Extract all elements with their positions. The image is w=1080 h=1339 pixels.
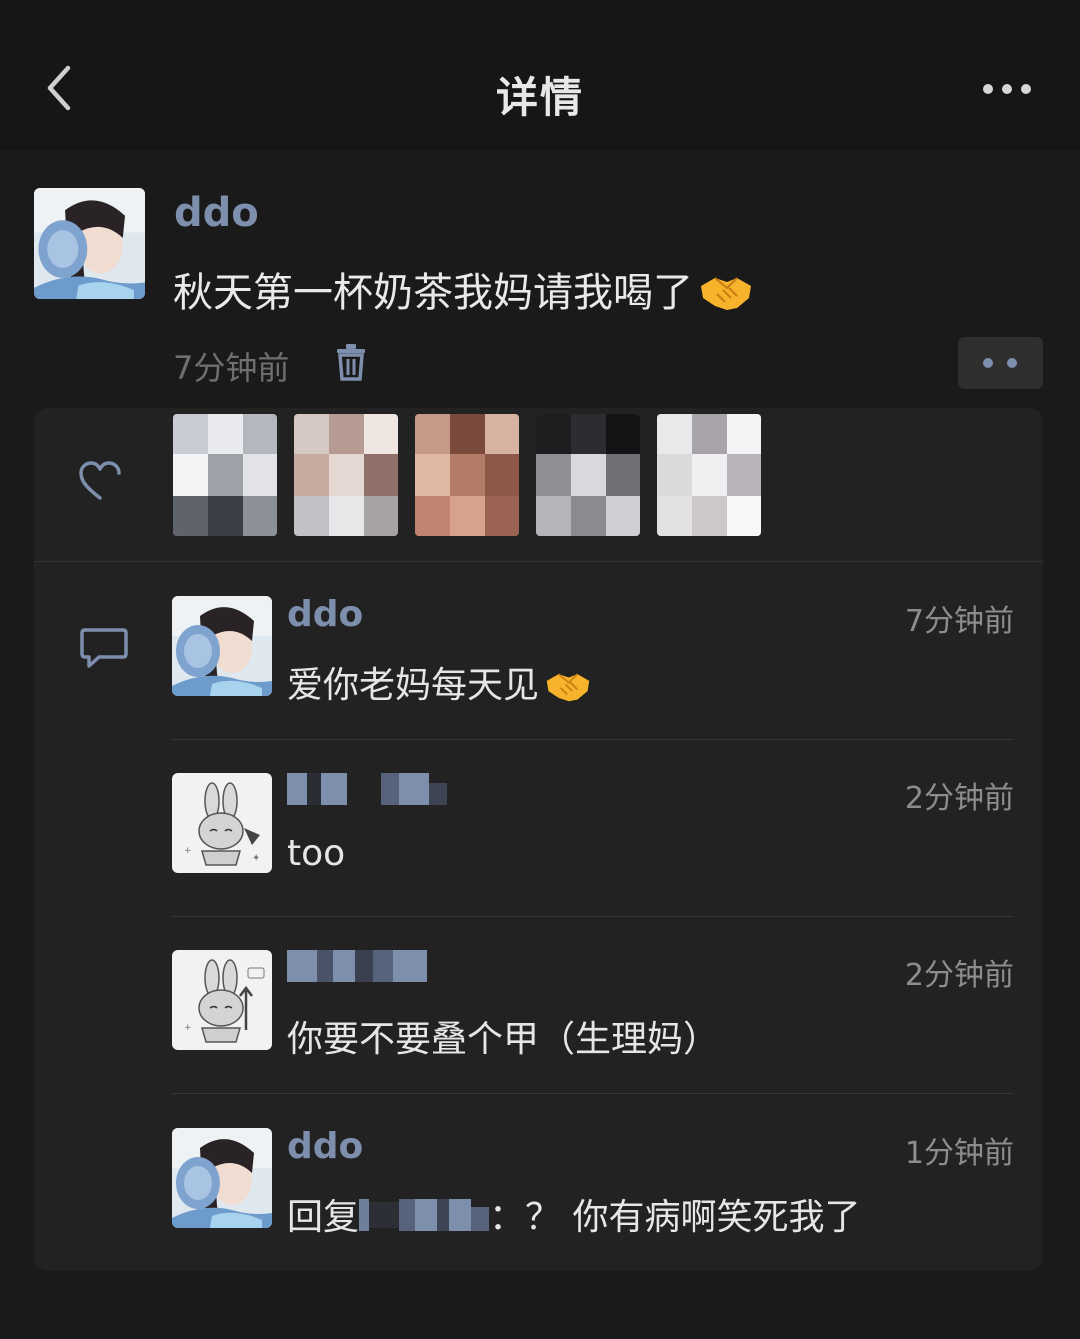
page-title: 详情 [495, 73, 584, 122]
comment-timestamp: 1分钟前 [904, 1136, 1014, 1171]
svg-text:+: + [184, 1023, 192, 1033]
post-text: 秋天第一杯奶茶我妈请我喝了 [173, 260, 753, 322]
comment-text[interactable]: 你要不要叠个甲（生理妈） [287, 1010, 719, 1062]
svg-text:+: + [184, 846, 192, 856]
commenter-name-redacted[interactable] [287, 948, 427, 991]
nav-bar: 详情 [0, 0, 1080, 150]
commenter-name-redacted[interactable] [287, 771, 447, 814]
liker-avatar[interactable] [657, 414, 761, 536]
liker-avatar[interactable] [415, 414, 519, 536]
redacted-reply-target [359, 1198, 490, 1240]
user-photo-avatar [34, 188, 145, 299]
post-author-avatar[interactable] [34, 188, 145, 299]
cartoon-bunny-avatar: ✦ + [172, 773, 272, 873]
more-options-button[interactable] [980, 78, 1036, 100]
comment-text[interactable]: 爱你老妈每天见 [287, 656, 591, 712]
user-photo-avatar [172, 1128, 272, 1228]
comment-text[interactable]: too [287, 833, 345, 874]
comment-divider [172, 1093, 1014, 1094]
liker-avatar[interactable] [536, 414, 640, 536]
post-timestamp: 7分钟前 [173, 349, 290, 387]
user-photo-avatar [172, 596, 272, 696]
cartoon-bunny-avatar: + [172, 950, 272, 1050]
redacted-name [287, 949, 427, 991]
comment-divider [172, 916, 1014, 917]
redacted-name [287, 772, 447, 814]
commenter-avatar[interactable] [172, 596, 272, 696]
comment-timestamp: 2分钟前 [904, 958, 1014, 993]
delete-button[interactable] [335, 343, 367, 381]
two-dots-icon [983, 358, 1017, 368]
post-text-content: 秋天第一杯奶茶我妈请我喝了 [173, 270, 693, 316]
commenter-avatar[interactable]: ✦ + [172, 773, 272, 873]
comment-text-content: 爱你老妈每天见 [287, 665, 540, 706]
liker-avatar[interactable] [173, 414, 277, 536]
comment-timestamp: 7分钟前 [904, 604, 1014, 639]
comment-item: ddo 7分钟前 爱你老妈每天见 [172, 594, 1014, 706]
liker-avatar[interactable] [294, 414, 398, 536]
ellipsis-icon [983, 84, 1031, 94]
comment-item: + 2分钟前 你要不要叠个甲（生理妈） [172, 948, 1014, 1060]
commenter-name[interactable]: ddo [287, 1126, 363, 1167]
comment-text[interactable]: 回复 ：？ 你有病啊笑死我了 [287, 1188, 860, 1240]
handshake-emoji [545, 669, 591, 712]
comment-timestamp: 2分钟前 [904, 781, 1014, 816]
reply-prefix: 回复 [287, 1197, 360, 1238]
heart-outline-icon [79, 461, 121, 500]
likes-row [34, 408, 1043, 562]
comment-divider [172, 739, 1014, 740]
handshake-emoji [699, 272, 753, 322]
comment-text-content: ：？ 你有病啊笑死我了 [489, 1197, 861, 1238]
commenter-avatar[interactable] [172, 1128, 272, 1228]
commenter-name[interactable]: ddo [287, 594, 363, 635]
trash-icon [337, 344, 365, 381]
commenter-avatar[interactable]: + [172, 950, 272, 1050]
like-comment-action-button[interactable] [958, 337, 1043, 389]
comment-bubble-icon [80, 628, 128, 668]
comment-item: ddo 1分钟前 回复 ：？ 你有病啊笑死我了 [172, 1126, 1014, 1238]
post-author-name[interactable]: ddo [174, 190, 259, 236]
likes-divider [34, 561, 1043, 562]
svg-text:✦: ✦ [252, 853, 260, 864]
comment-item: ✦ + 2分钟前 too [172, 771, 1014, 874]
interaction-panel: ddo 7分钟前 爱你老妈每天见 ✦ + 2分钟前 too + 2分钟前 你要不… [34, 408, 1043, 1271]
